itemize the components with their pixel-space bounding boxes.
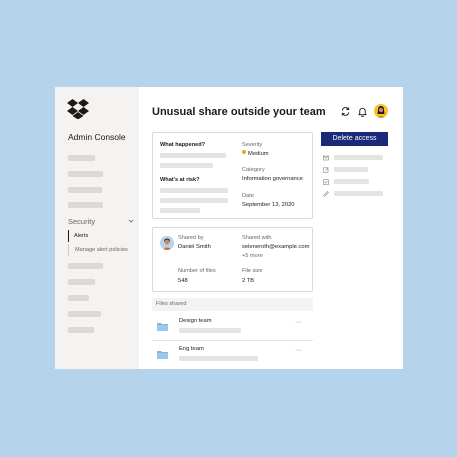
severity-dot-icon — [242, 150, 246, 155]
date-label: Date — [242, 193, 254, 199]
text-placeholder — [179, 328, 241, 333]
user-avatar-icon — [162, 238, 172, 250]
sidebar-item-placeholder[interactable] — [68, 155, 95, 161]
share-details-card: Shared by Daniel Smith Shared with selen… — [152, 227, 313, 292]
main-content: Unusual share outside your team What hap… — [139, 87, 403, 369]
severity-value: Medium — [242, 150, 269, 157]
sidebar-item-placeholder[interactable] — [68, 295, 89, 301]
sidebar-item-placeholder[interactable] — [68, 327, 94, 333]
action-placeholder[interactable] — [334, 191, 383, 196]
category-value: Information governance — [242, 176, 303, 182]
text-placeholder — [160, 153, 226, 158]
text-placeholder — [179, 356, 258, 361]
app-window: Admin Console Security Alerts Manage ale… — [55, 87, 403, 369]
console-title: Admin Console — [68, 132, 126, 142]
action-placeholder[interactable] — [334, 155, 383, 160]
sidebar-item-placeholder[interactable] — [68, 263, 103, 269]
refresh-icon[interactable] — [340, 106, 351, 117]
list-item[interactable]: Eng team ··· — [152, 340, 313, 369]
action-placeholder[interactable] — [334, 179, 369, 184]
external-link-icon[interactable] — [323, 167, 329, 173]
files-shared-label: Files shared — [156, 301, 187, 307]
more-options-icon[interactable]: ··· — [295, 347, 302, 354]
text-placeholder — [160, 198, 228, 203]
shared-by-value: Daniel Smith — [178, 244, 211, 250]
sidebar-item-placeholder[interactable] — [68, 171, 103, 177]
delete-access-button[interactable]: Delete access — [321, 132, 388, 146]
date-value: September 13, 2020 — [242, 202, 295, 208]
file-name: Eng team — [179, 346, 204, 352]
category-label: Category — [242, 167, 265, 173]
bell-icon[interactable] — [357, 106, 368, 117]
sidebar-item-placeholder[interactable] — [68, 202, 103, 208]
avatar[interactable] — [374, 104, 388, 118]
more-recipients-link[interactable]: +5 more — [242, 253, 263, 259]
text-placeholder — [160, 188, 228, 193]
shared-by-label: Shared by — [178, 235, 204, 241]
sidebar-item-placeholder[interactable] — [68, 311, 101, 317]
list-item[interactable]: Design team ··· — [152, 311, 313, 341]
text-placeholder — [160, 208, 200, 213]
page-title: Unusual share outside your team — [152, 106, 326, 118]
whats-at-risk-label: What's at risk? — [160, 177, 200, 183]
dropbox-logo-icon[interactable] — [67, 99, 89, 119]
avatar — [160, 236, 174, 250]
user-avatar-icon — [377, 106, 385, 118]
what-happened-label: What happened? — [160, 142, 206, 148]
file-name: Design team — [179, 318, 212, 324]
number-of-files-value: 548 — [178, 278, 188, 284]
alert-details-card: What happened? What's at risk? Severity … — [152, 132, 313, 219]
mail-icon[interactable] — [323, 155, 329, 161]
sidebar-item-manage-alert-policies[interactable]: Manage alert policies — [68, 244, 128, 256]
sidebar-item-placeholder[interactable] — [68, 187, 102, 193]
sidebar-item-security[interactable]: Security — [68, 217, 95, 226]
text-placeholder — [160, 163, 213, 168]
action-placeholder[interactable] — [334, 167, 368, 172]
checkbox-icon[interactable] — [323, 179, 329, 185]
folder-icon — [157, 351, 168, 359]
edit-icon[interactable] — [323, 191, 329, 197]
file-size-value: 2 TB — [242, 278, 255, 284]
more-options-icon[interactable]: ··· — [295, 319, 302, 326]
file-size-label: File size — [242, 268, 263, 274]
number-of-files-label: Number of files — [178, 268, 216, 274]
chevron-down-icon[interactable] — [128, 218, 134, 224]
sidebar: Admin Console Security Alerts Manage ale… — [55, 87, 139, 369]
sidebar-item-alerts[interactable]: Alerts — [68, 230, 88, 242]
severity-label: Severity — [242, 142, 263, 148]
folder-icon — [157, 323, 168, 331]
shared-with-value: seleneroth@example.com — [242, 244, 310, 250]
shared-with-label: Shared with — [242, 235, 272, 241]
sidebar-item-placeholder[interactable] — [68, 279, 95, 285]
files-shared-header: Files shared — [152, 298, 313, 311]
severity-text: Medium — [248, 151, 269, 157]
